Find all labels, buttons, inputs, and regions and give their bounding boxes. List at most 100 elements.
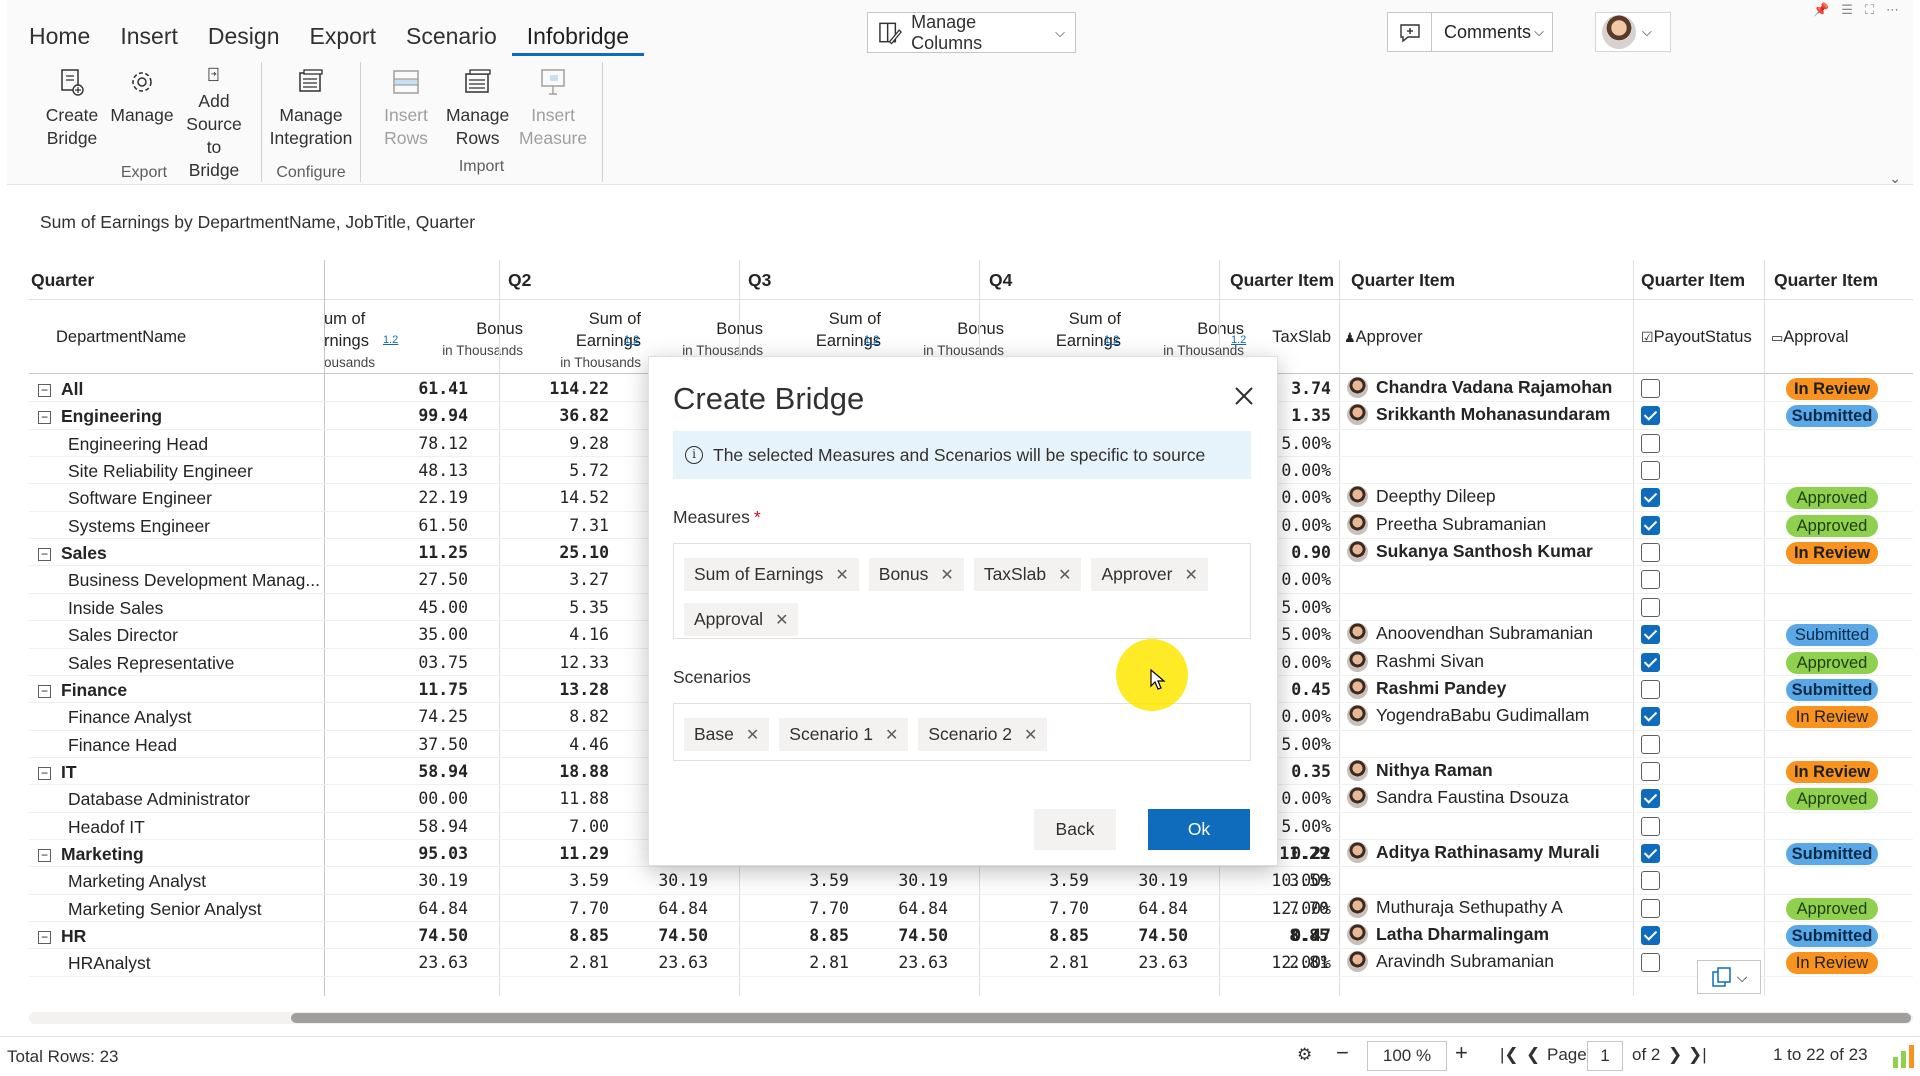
zoom-input[interactable]: 100 % [1367, 1041, 1447, 1071]
payout-checkbox[interactable] [1641, 898, 1660, 918]
manage-columns-button[interactable]: Manage Columns ⌵ [867, 12, 1076, 53]
collapse-icon[interactable]: − [38, 411, 51, 425]
header-sum-partial[interactable]: um of rnings ousands [324, 308, 384, 374]
next-page-icon[interactable]: ❯ [1668, 1045, 1682, 1065]
payout-checkbox[interactable] [1641, 871, 1660, 891]
export-menu-button[interactable]: ⌵ [1697, 960, 1761, 994]
user-menu-button[interactable]: ⌵ [1595, 12, 1671, 52]
remove-chip-icon[interactable]: ✕ [775, 610, 788, 629]
status-badge[interactable]: Approved [1786, 788, 1878, 811]
payout-checkbox[interactable] [1641, 433, 1660, 453]
remove-chip-icon[interactable]: ✕ [940, 565, 953, 584]
table-row[interactable]: Marketing Senior Analyst 64.84 7.70 64.84 7.… [29, 895, 1913, 923]
payout-checkbox[interactable] [1641, 953, 1660, 973]
page-input[interactable]: 1 [1587, 1041, 1623, 1071]
header-quarter-item-taxslab[interactable]: Quarter Item [1230, 270, 1334, 291]
payout-checkbox[interactable] [1641, 816, 1660, 836]
prev-page-icon[interactable]: ❮ [1526, 1045, 1540, 1065]
collapse-icon[interactable]: − [38, 931, 51, 944]
status-badge[interactable]: In Review [1786, 760, 1878, 783]
status-badge[interactable]: In Review [1786, 952, 1878, 975]
remove-chip-icon[interactable]: ✕ [1024, 725, 1037, 744]
payout-checkbox[interactable] [1641, 926, 1660, 945]
status-badge[interactable]: In Review [1786, 706, 1878, 729]
status-badge[interactable]: Approved [1786, 487, 1878, 510]
payout-checkbox[interactable] [1641, 406, 1660, 426]
collapse-icon[interactable]: − [38, 848, 51, 862]
payout-checkbox[interactable] [1641, 543, 1660, 563]
status-badge[interactable]: Submitted [1786, 842, 1878, 865]
remove-chip-icon[interactable]: ✕ [835, 565, 848, 584]
header-approval[interactable]: ▭Approval [1771, 326, 1848, 349]
status-badge[interactable]: Submitted [1786, 925, 1878, 947]
number-format-tag[interactable]: 1.2 [624, 334, 639, 346]
payout-checkbox[interactable] [1641, 488, 1660, 508]
last-page-icon[interactable]: ❯| [1688, 1045, 1707, 1065]
close-icon[interactable] [1233, 385, 1255, 407]
number-format-tag[interactable]: 1.2 [864, 334, 879, 346]
header-quarter-item-payout[interactable]: Quarter Item [1641, 270, 1745, 291]
back-button[interactable]: Back [1034, 809, 1116, 850]
number-format-tag[interactable]: 1.2 [1104, 334, 1119, 346]
tab-design[interactable]: Design [193, 20, 295, 56]
comments-button[interactable]: Comments ⌵ [1387, 12, 1553, 52]
table-row[interactable]: − HR 74.50 8.85 74.50 8.85 74.50 8.85 74.50 8.85 0… [29, 922, 1913, 950]
more-icon[interactable]: ⋯ [1886, 2, 1899, 18]
payout-checkbox[interactable] [1641, 843, 1660, 863]
status-badge[interactable]: In Review [1786, 542, 1878, 565]
ok-button[interactable]: Ok [1148, 809, 1250, 850]
first-page-icon[interactable]: |❮ [1500, 1045, 1519, 1065]
ribbon-collapse-icon[interactable]: ⌄ [1889, 170, 1901, 187]
status-badge[interactable]: Approved [1786, 897, 1878, 920]
filter-icon[interactable]: ☰ [1841, 2, 1853, 18]
tab-infobridge[interactable]: Infobridge [511, 20, 645, 56]
payout-checkbox[interactable] [1641, 789, 1660, 809]
pin-icon[interactable]: 📌 [1813, 2, 1829, 18]
payout-checkbox[interactable] [1641, 515, 1660, 535]
header-quarter-item-approver[interactable]: Quarter Item [1351, 270, 1455, 291]
horizontal-scrollbar[interactable] [29, 1012, 1913, 1024]
collapse-icon[interactable]: − [38, 548, 51, 562]
zoom-out-button[interactable]: − [1336, 1040, 1349, 1066]
header-q2[interactable]: Q2 [508, 270, 531, 291]
payout-checkbox[interactable] [1641, 570, 1660, 590]
remove-chip-icon[interactable]: ✕ [1058, 565, 1071, 584]
payout-checkbox[interactable] [1641, 679, 1660, 699]
tab-scenario[interactable]: Scenario [391, 20, 512, 56]
header-q3[interactable]: Q3 [748, 270, 771, 291]
tab-insert[interactable]: Insert [105, 20, 193, 56]
tab-export[interactable]: Export [295, 20, 391, 56]
collapse-icon[interactable]: − [38, 384, 51, 397]
header-q4[interactable]: Q4 [989, 270, 1012, 291]
payout-checkbox[interactable] [1641, 625, 1660, 645]
settings-gear-icon[interactable]: ⚙ [1297, 1045, 1312, 1065]
remove-chip-icon[interactable]: ✕ [885, 725, 898, 744]
scrollbar-thumb[interactable] [291, 1013, 1911, 1023]
payout-checkbox[interactable] [1641, 461, 1660, 481]
zoom-in-button[interactable]: + [1455, 1040, 1468, 1066]
status-badge[interactable]: In Review [1786, 378, 1878, 400]
remove-chip-icon[interactable]: ✕ [1185, 565, 1198, 584]
status-badge[interactable]: Submitted [1786, 405, 1878, 428]
header-payout[interactable]: ☑PayoutStatus [1641, 326, 1752, 348]
payout-checkbox[interactable] [1641, 597, 1660, 617]
collapse-icon[interactable]: − [38, 766, 51, 780]
payout-checkbox[interactable] [1641, 761, 1660, 781]
measures-select[interactable]: Sum of Earnings ✕ Bonus ✕ TaxSlab ✕ Approver ✕ A… [673, 543, 1251, 639]
header-approver[interactable]: ♟Approver [1344, 326, 1423, 349]
payout-checkbox[interactable] [1641, 707, 1660, 727]
status-badge[interactable]: Approved [1786, 651, 1878, 674]
tab-home[interactable]: Home [21, 20, 105, 56]
scenarios-select[interactable]: Base ✕ Scenario 1 ✕ Scenario 2 ✕ [673, 703, 1251, 761]
status-badge[interactable]: Submitted [1786, 624, 1878, 647]
header-bonus-q1[interactable]: Bonusin Thousands [409, 318, 523, 362]
collapse-icon[interactable]: − [38, 684, 51, 698]
add-comment-icon[interactable] [1388, 13, 1432, 51]
table-row[interactable]: HRAnalyst 23.63 2.81 23.63 2.81 23.63 2.81 23.6… [29, 949, 1913, 977]
payout-checkbox[interactable] [1641, 652, 1660, 672]
number-format-tag[interactable]: 1.2 [383, 334, 398, 346]
status-badge[interactable]: Submitted [1786, 678, 1878, 701]
header-quarter-item-approval[interactable]: Quarter Item [1774, 270, 1878, 291]
header-taxslab[interactable]: TaxSlab [1259, 326, 1331, 348]
payout-checkbox[interactable] [1641, 379, 1660, 398]
